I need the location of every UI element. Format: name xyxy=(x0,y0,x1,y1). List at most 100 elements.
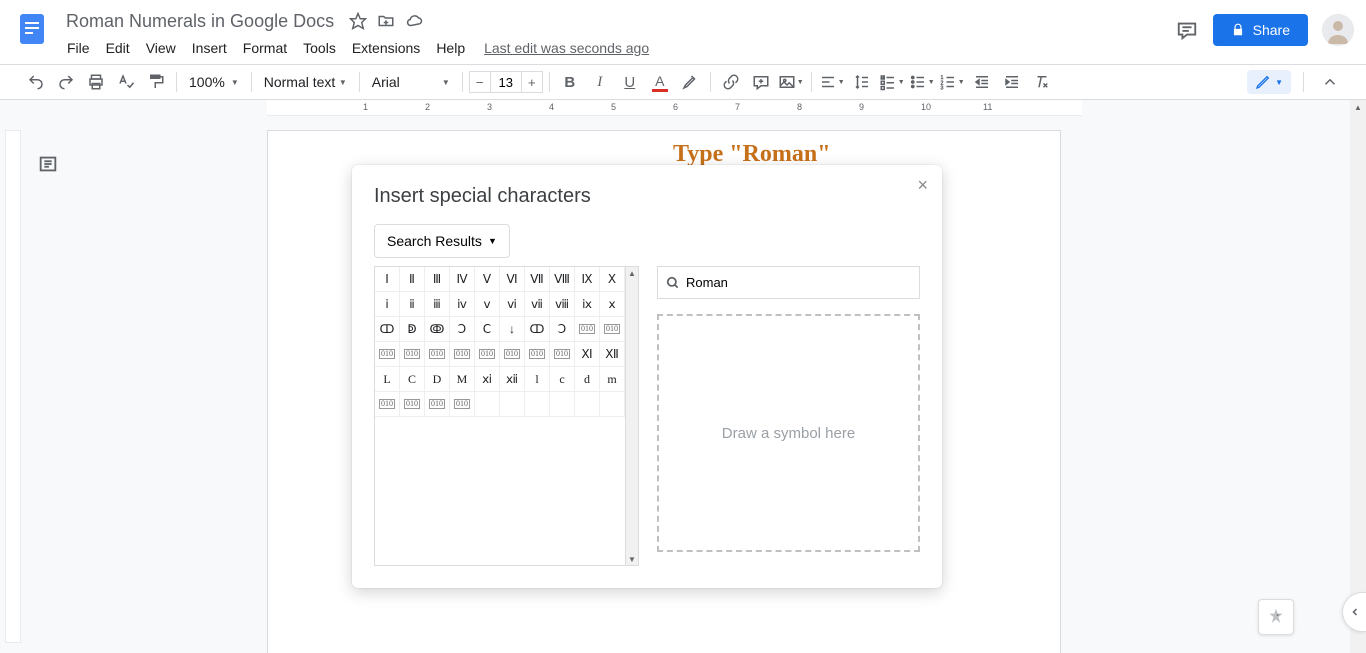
highlight-icon[interactable] xyxy=(676,68,704,96)
underline-icon[interactable]: U xyxy=(616,68,644,96)
menu-view[interactable]: View xyxy=(139,36,183,60)
redo-icon[interactable] xyxy=(52,68,80,96)
char-cell[interactable]: Ⅵ xyxy=(500,267,525,292)
char-cell[interactable]: d xyxy=(575,367,600,392)
char-cell[interactable]: Ⅲ xyxy=(425,267,450,292)
style-select[interactable]: Normal text▼ xyxy=(258,69,353,95)
numbered-list-icon[interactable]: 123▼ xyxy=(938,68,966,96)
search-input[interactable] xyxy=(686,275,911,290)
char-cell[interactable]: ⅺ xyxy=(475,367,500,392)
char-cell[interactable]: 010 xyxy=(600,317,625,342)
draw-symbol-box[interactable]: Draw a symbol here xyxy=(657,314,920,552)
comments-icon[interactable] xyxy=(1175,18,1199,42)
char-cell[interactable]: ⅸ xyxy=(575,292,600,317)
menu-extensions[interactable]: Extensions xyxy=(345,36,427,60)
main-scrollbar[interactable]: ▲ xyxy=(1350,100,1366,653)
align-icon[interactable]: ▼ xyxy=(818,68,846,96)
char-cell[interactable]: 010 xyxy=(450,392,475,417)
document-title[interactable]: Roman Numerals in Google Docs xyxy=(60,9,340,34)
char-cell[interactable]: m xyxy=(600,367,625,392)
menu-help[interactable]: Help xyxy=(429,36,472,60)
char-cell[interactable]: 010 xyxy=(475,342,500,367)
char-cell[interactable]: Ↄ xyxy=(550,317,575,342)
char-cell[interactable]: ⅲ xyxy=(425,292,450,317)
comment-add-icon[interactable] xyxy=(747,68,775,96)
char-cell[interactable]: Ⅸ xyxy=(575,267,600,292)
indent-decrease-icon[interactable] xyxy=(968,68,996,96)
char-cell[interactable]: ↀ xyxy=(525,317,550,342)
char-cell[interactable]: D xyxy=(425,367,450,392)
char-cell[interactable]: Ⅴ xyxy=(475,267,500,292)
char-cell[interactable]: ↓ xyxy=(500,317,525,342)
close-icon[interactable]: × xyxy=(917,175,928,196)
char-cell[interactable]: C xyxy=(400,367,425,392)
char-cell[interactable]: ↁ xyxy=(400,317,425,342)
char-cell[interactable]: ⅹ xyxy=(600,292,625,317)
char-cell[interactable]: ⅱ xyxy=(400,292,425,317)
menu-file[interactable]: File xyxy=(60,36,97,60)
char-cell[interactable]: Ⅷ xyxy=(550,267,575,292)
char-cell[interactable]: ⅻ xyxy=(500,367,525,392)
clear-format-icon[interactable] xyxy=(1028,68,1056,96)
menu-tools[interactable]: Tools xyxy=(296,36,343,60)
docs-home-icon[interactable] xyxy=(12,8,52,48)
char-cell[interactable]: 010 xyxy=(425,342,450,367)
font-size-decrease[interactable]: − xyxy=(469,71,491,93)
line-spacing-icon[interactable] xyxy=(848,68,876,96)
share-button[interactable]: Share xyxy=(1213,14,1308,46)
char-cell[interactable]: ⅴ xyxy=(475,292,500,317)
category-dropdown[interactable]: Search Results▼ xyxy=(374,224,510,258)
char-cell[interactable]: Ↄ xyxy=(450,317,475,342)
char-cell[interactable] xyxy=(575,392,600,417)
spellcheck-icon[interactable] xyxy=(112,68,140,96)
menu-insert[interactable]: Insert xyxy=(185,36,234,60)
char-cell[interactable]: 010 xyxy=(575,317,600,342)
font-size-increase[interactable]: + xyxy=(521,71,543,93)
bullet-list-icon[interactable]: ▼ xyxy=(908,68,936,96)
char-cell[interactable]: Ⅺ xyxy=(575,342,600,367)
char-cell[interactable]: Ⅹ xyxy=(600,267,625,292)
undo-icon[interactable] xyxy=(22,68,50,96)
indent-increase-icon[interactable] xyxy=(998,68,1026,96)
vertical-ruler[interactable] xyxy=(5,130,21,643)
char-cell[interactable]: Ⅽ xyxy=(475,317,500,342)
bold-icon[interactable]: B xyxy=(556,68,584,96)
italic-icon[interactable]: I xyxy=(586,68,614,96)
char-cell[interactable] xyxy=(550,392,575,417)
char-cell[interactable]: 010 xyxy=(425,392,450,417)
char-cell[interactable]: ⅶ xyxy=(525,292,550,317)
char-cell[interactable]: Ⅻ xyxy=(600,342,625,367)
font-size-input[interactable] xyxy=(491,71,521,93)
outline-toggle-icon[interactable] xyxy=(36,152,60,176)
cloud-status-icon[interactable] xyxy=(404,11,424,31)
char-cell[interactable]: 010 xyxy=(550,342,575,367)
char-cell[interactable]: 010 xyxy=(525,342,550,367)
image-icon[interactable]: ▼ xyxy=(777,68,805,96)
char-cell[interactable]: L xyxy=(375,367,400,392)
side-panel-tab[interactable] xyxy=(1342,592,1366,632)
grid-scrollbar[interactable]: ▲▼ xyxy=(625,267,638,565)
char-cell[interactable]: Ⅰ xyxy=(375,267,400,292)
char-cell[interactable] xyxy=(475,392,500,417)
menu-format[interactable]: Format xyxy=(236,36,294,60)
account-avatar[interactable] xyxy=(1322,14,1354,46)
char-cell[interactable]: c xyxy=(550,367,575,392)
char-cell[interactable]: l xyxy=(525,367,550,392)
char-cell[interactable]: ↀ xyxy=(375,317,400,342)
checklist-icon[interactable]: ▼ xyxy=(878,68,906,96)
char-cell[interactable] xyxy=(525,392,550,417)
char-cell[interactable]: Ⅳ xyxy=(450,267,475,292)
text-color-icon[interactable]: A xyxy=(646,68,674,96)
char-cell[interactable]: 010 xyxy=(375,392,400,417)
last-edit-link[interactable]: Last edit was seconds ago xyxy=(484,40,649,56)
char-cell[interactable]: M xyxy=(450,367,475,392)
char-cell[interactable]: Ⅱ xyxy=(400,267,425,292)
char-cell[interactable]: 010 xyxy=(450,342,475,367)
paint-format-icon[interactable] xyxy=(142,68,170,96)
horizontal-ruler[interactable]: 1234567891011 xyxy=(22,100,1344,116)
char-cell[interactable]: 010 xyxy=(400,342,425,367)
char-cell[interactable] xyxy=(500,392,525,417)
char-cell[interactable]: 010 xyxy=(400,392,425,417)
document-page[interactable]: Type "Roman" × Insert special characters… xyxy=(267,130,1061,653)
print-icon[interactable] xyxy=(82,68,110,96)
